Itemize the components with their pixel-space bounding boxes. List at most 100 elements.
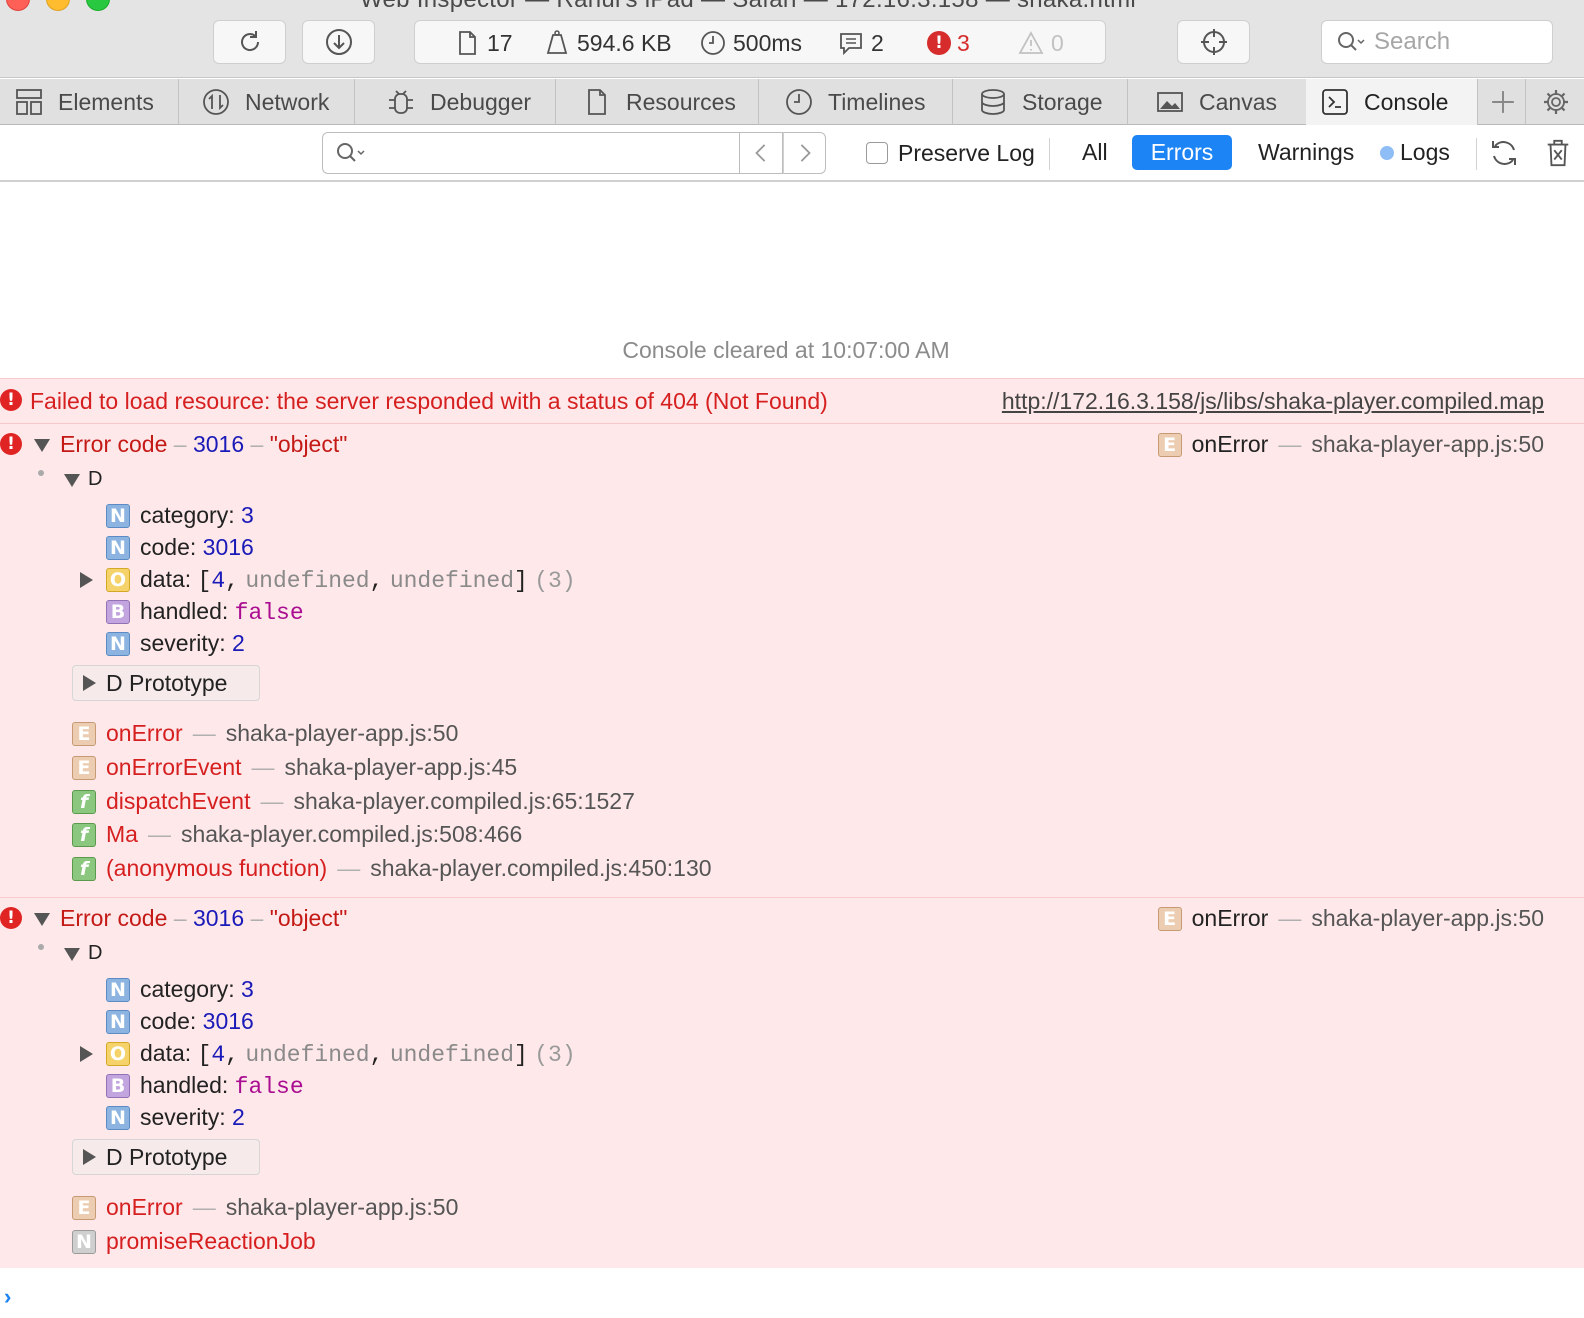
frame-function: (anonymous function)	[106, 855, 328, 881]
tab-canvas[interactable]: Canvas	[1141, 79, 1311, 125]
array-item: undefined	[245, 1042, 370, 1068]
object-badge-icon: O	[106, 568, 130, 592]
error-type: "object"	[269, 905, 348, 931]
console-message-resource-error[interactable]: ! Failed to load resource: the server re…	[0, 378, 1584, 423]
console-message-error[interactable]: ! Error code – 3016 – "object" E onError…	[0, 897, 1584, 1268]
filter-warnings-button[interactable]: Warnings	[1246, 135, 1366, 170]
tab-elements[interactable]: Elements	[0, 79, 179, 125]
stack-frame[interactable]: f Ma — shaka-player.compiled.js:508:466	[72, 821, 522, 848]
property-category[interactable]: N category: 3	[106, 502, 254, 529]
stack-frame[interactable]: N promiseReactionJob	[72, 1228, 316, 1255]
log-count[interactable]: 2	[837, 21, 884, 65]
resource-error-link[interactable]: http://172.16.3.158/js/libs/shaka-player…	[1002, 388, 1544, 415]
console-message-error[interactable]: ! Error code – 3016 – "object" E onError…	[0, 423, 1584, 897]
warning-count[interactable]: 0	[1017, 21, 1064, 65]
elements-icon	[16, 89, 42, 115]
error-source-location[interactable]: E onError — shaka-player-app.js:50	[1157, 431, 1544, 458]
property-handled[interactable]: B handled: false	[106, 598, 304, 626]
filter-errors-button[interactable]: Errors	[1132, 135, 1232, 170]
property-code[interactable]: N code: 3016	[106, 534, 254, 561]
stack-frame[interactable]: E onErrorEvent — shaka-player-app.js:45	[72, 754, 517, 781]
prototype-button[interactable]: D Prototype	[72, 1139, 260, 1175]
preserve-log-checkbox[interactable]	[866, 142, 888, 164]
next-match-button[interactable]	[783, 132, 826, 174]
activity-dashboard[interactable]: 17 594.6 KB 500ms 2 ! 3 0	[414, 20, 1106, 64]
inspect-target-button[interactable]	[1177, 20, 1250, 64]
array-item: 4	[211, 1042, 226, 1068]
load-time[interactable]: 500ms	[699, 21, 802, 65]
stack-frame[interactable]: f (anonymous function) — shaka-player.co…	[72, 855, 712, 882]
tab-console[interactable]: Console	[1306, 79, 1478, 125]
error-count[interactable]: ! 3	[927, 21, 970, 65]
stack-frame[interactable]: E onError — shaka-player-app.js:50	[72, 1194, 458, 1221]
source-function: onError	[1191, 431, 1269, 457]
logs-dot-icon	[1380, 145, 1394, 160]
event-listener-badge-icon: E	[1157, 906, 1182, 931]
new-tab-button[interactable]	[1480, 79, 1526, 125]
resource-size[interactable]: 594.6 KB	[543, 21, 672, 65]
property-key: severity:	[140, 1104, 226, 1130]
disclosure-triangle-expanded[interactable]	[34, 913, 50, 926]
property-category[interactable]: N category: 3	[106, 976, 254, 1003]
search-input[interactable]: Search	[1321, 20, 1553, 64]
property-code[interactable]: N code: 3016	[106, 1008, 254, 1035]
search-placeholder: Search	[1374, 28, 1451, 55]
number-badge-icon: N	[106, 535, 130, 560]
property-key: data:	[140, 1040, 192, 1066]
disclosure-triangle-expanded[interactable]	[64, 948, 80, 961]
object-name: D	[88, 468, 103, 490]
console-output[interactable]: Console cleared at 10:07:00 AM ! Failed …	[0, 184, 1584, 1318]
minimize-window-button[interactable]	[46, 0, 70, 11]
tab-storage[interactable]: Storage	[964, 79, 1128, 125]
number-badge-icon: N	[106, 977, 130, 1002]
stack-frame[interactable]: f dispatchEvent — shaka-player.compiled.…	[72, 788, 635, 815]
error-header: Error code – 3016 – "object"	[60, 905, 347, 932]
console-icon	[1322, 89, 1348, 115]
console-prompt-input[interactable]	[24, 1280, 1564, 1310]
console-prompt-icon: ›	[4, 1284, 12, 1309]
property-value: 3	[241, 502, 254, 528]
filter-all-button[interactable]: All	[1070, 135, 1120, 170]
zoom-window-button[interactable]	[86, 0, 110, 11]
tab-resources[interactable]: Resources	[568, 79, 759, 125]
reload-button[interactable]	[213, 20, 286, 64]
stack-frame[interactable]: E onError — shaka-player-app.js:50	[72, 720, 458, 747]
property-data[interactable]: O data: [4, undefined, undefined] (3)	[106, 566, 576, 594]
load-time-value: 500ms	[733, 29, 803, 56]
frame-function: dispatchEvent	[106, 788, 251, 814]
tab-debugger[interactable]: Debugger	[372, 79, 556, 125]
resource-size-value: 594.6 KB	[577, 29, 672, 56]
tab-timelines-label: Timelines	[828, 88, 926, 115]
property-severity[interactable]: N severity: 2	[106, 1104, 245, 1131]
clear-console-button[interactable]	[1540, 135, 1576, 171]
console-filter-input[interactable]	[322, 132, 740, 174]
error-type: "object"	[269, 431, 348, 457]
previous-match-button[interactable]	[740, 132, 783, 174]
preserve-log-toggle[interactable]: Preserve Log	[866, 132, 1035, 174]
close-window-button[interactable]	[6, 0, 30, 11]
disclosure-triangle-collapsed[interactable]	[80, 1046, 93, 1062]
tab-timelines[interactable]: Timelines	[770, 79, 953, 125]
error-separator: –	[173, 431, 187, 457]
prototype-label: D Prototype	[106, 1143, 228, 1170]
disclosure-triangle-expanded[interactable]	[64, 474, 80, 487]
property-data[interactable]: O data: [4, undefined, undefined] (3)	[106, 1040, 576, 1068]
prototype-button[interactable]: D Prototype	[72, 665, 260, 701]
disclosure-triangle-expanded[interactable]	[34, 439, 50, 452]
resource-count[interactable]: 17	[453, 21, 513, 65]
property-value: 3	[241, 976, 254, 1002]
error-source-location[interactable]: E onError — shaka-player-app.js:50	[1157, 905, 1544, 932]
property-handled[interactable]: B handled: false	[106, 1072, 304, 1100]
boolean-badge-icon: B	[106, 600, 130, 624]
download-button[interactable]	[302, 20, 375, 64]
window-title: Web Inspector — Rahul's iPad — Safari — …	[360, 0, 1136, 14]
clear-on-reload-button[interactable]	[1486, 135, 1522, 171]
property-severity[interactable]: N severity: 2	[106, 630, 245, 657]
frame-function: promiseReactionJob	[106, 1228, 316, 1254]
tab-network[interactable]: Network	[187, 79, 355, 125]
error-code: 3016	[192, 905, 245, 931]
disclosure-triangle-collapsed[interactable]	[80, 572, 93, 588]
filter-logs-button[interactable]: Logs	[1368, 135, 1462, 170]
settings-button[interactable]	[1528, 79, 1584, 125]
filter-divider	[1476, 138, 1477, 170]
